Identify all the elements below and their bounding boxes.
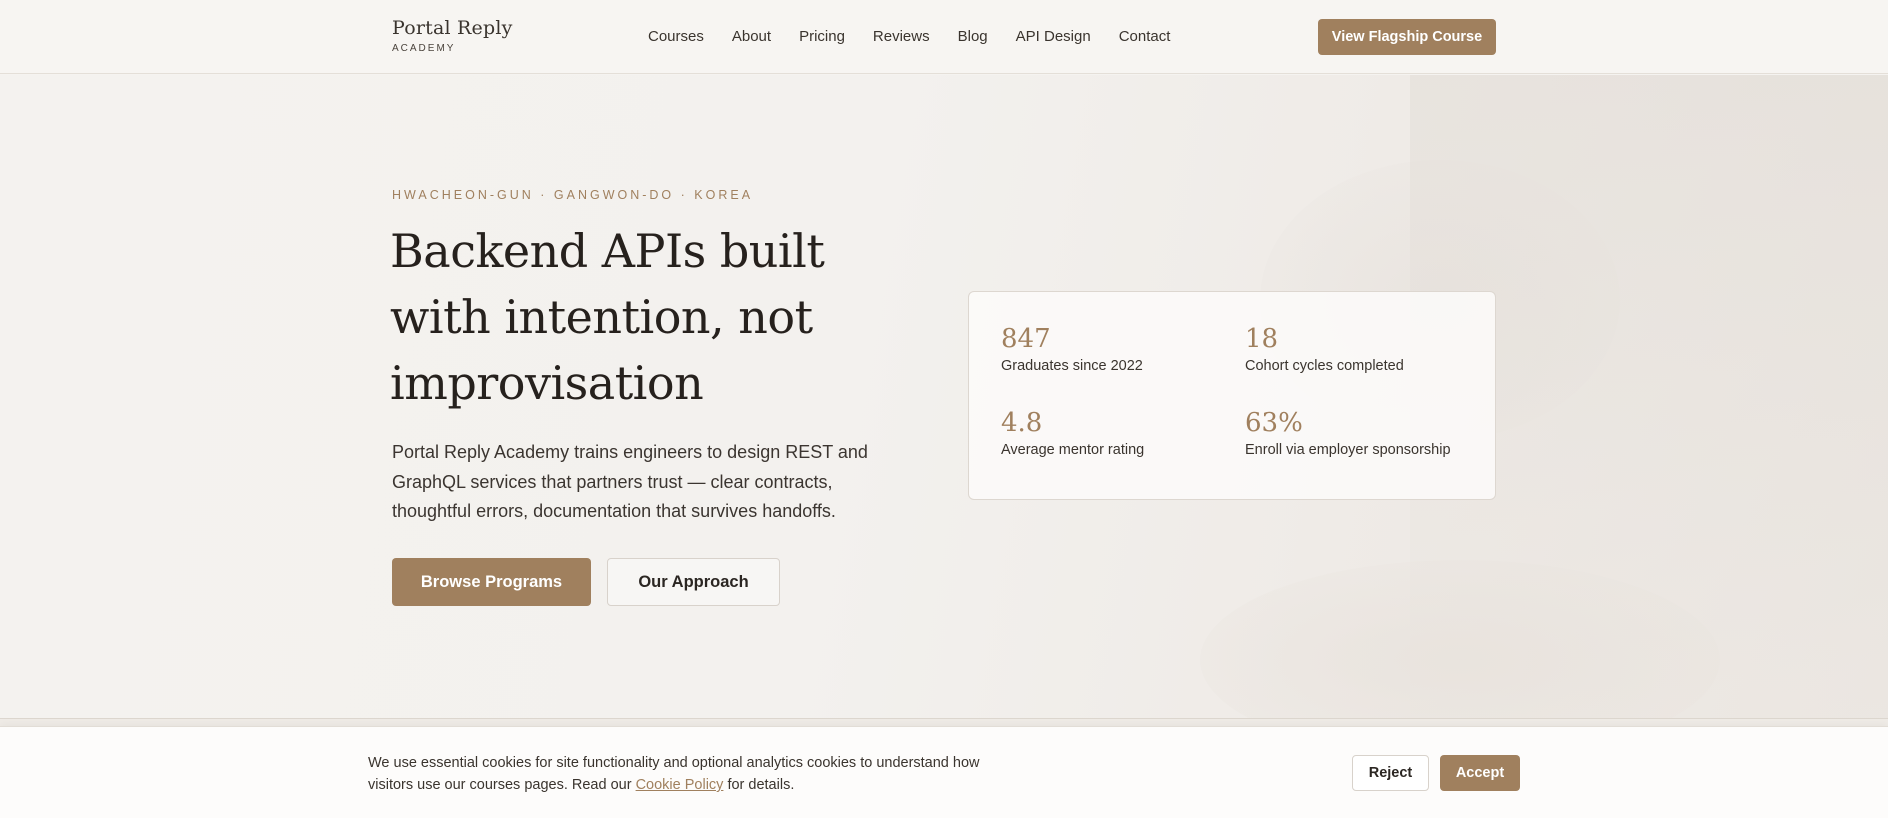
stat-label: Average mentor rating	[1001, 442, 1145, 458]
nav-contact[interactable]: Contact	[1119, 28, 1171, 45]
cookie-banner: We use essential cookies for site functi…	[0, 726, 1888, 818]
stat-label: Cohort cycles completed	[1245, 358, 1404, 374]
cookie-policy-link[interactable]: Cookie Policy	[636, 777, 724, 793]
nav-about[interactable]: About	[732, 28, 771, 45]
page: Portal Reply ACADEMY Courses About Prici…	[0, 0, 1888, 818]
nav-courses[interactable]: Courses	[648, 28, 704, 45]
brand-logo[interactable]: Portal Reply ACADEMY	[392, 17, 513, 54]
hero-location-eyebrow: HWACHEON-GUN · GANGWON-DO · KOREA	[392, 188, 754, 202]
brand-name: Portal Reply	[392, 17, 513, 39]
stat-value: 63%	[1245, 408, 1303, 438]
reject-cookies-button[interactable]: Reject	[1352, 755, 1429, 791]
hero-title: Backend APIs built with intention, not i…	[390, 224, 825, 410]
cookie-message: We use essential cookies for site functi…	[368, 752, 1018, 796]
stat-employer-sponsorship: 63% Enroll via employer sponsorship	[1245, 408, 1451, 458]
stat-cohort-cycles: 18 Cohort cycles completed	[1245, 324, 1404, 374]
stat-mentor-rating: 4.8 Average mentor rating	[1001, 408, 1144, 458]
browse-programs-button[interactable]: Browse Programs	[392, 558, 591, 606]
stat-value: 847	[1001, 324, 1051, 354]
stat-value: 18	[1245, 324, 1279, 354]
our-approach-button[interactable]: Our Approach	[607, 558, 780, 606]
stat-value: 4.8	[1001, 408, 1043, 438]
cookie-text-after: for details.	[723, 777, 795, 793]
nav-blog[interactable]: Blog	[958, 28, 988, 45]
nav-reviews[interactable]: Reviews	[873, 28, 930, 45]
nav-pricing[interactable]: Pricing	[799, 28, 845, 45]
stats-card: 847 Graduates since 2022 18 Cohort cycle…	[968, 291, 1496, 500]
stat-graduates: 847 Graduates since 2022	[1001, 324, 1143, 374]
hero-description: Portal Reply Academy trains engineers to…	[392, 442, 868, 521]
nav-api-design[interactable]: API Design	[1016, 28, 1091, 45]
view-flagship-course-button[interactable]: View Flagship Course	[1318, 19, 1496, 55]
accept-cookies-button[interactable]: Accept	[1440, 755, 1520, 791]
stat-label: Graduates since 2022	[1001, 358, 1143, 374]
site-header: Portal Reply ACADEMY Courses About Prici…	[0, 0, 1888, 74]
main-nav: Courses About Pricing Reviews Blog API D…	[648, 28, 1198, 45]
brand-subtitle: ACADEMY	[392, 43, 456, 54]
stat-label: Enroll via employer sponsorship	[1245, 442, 1451, 458]
